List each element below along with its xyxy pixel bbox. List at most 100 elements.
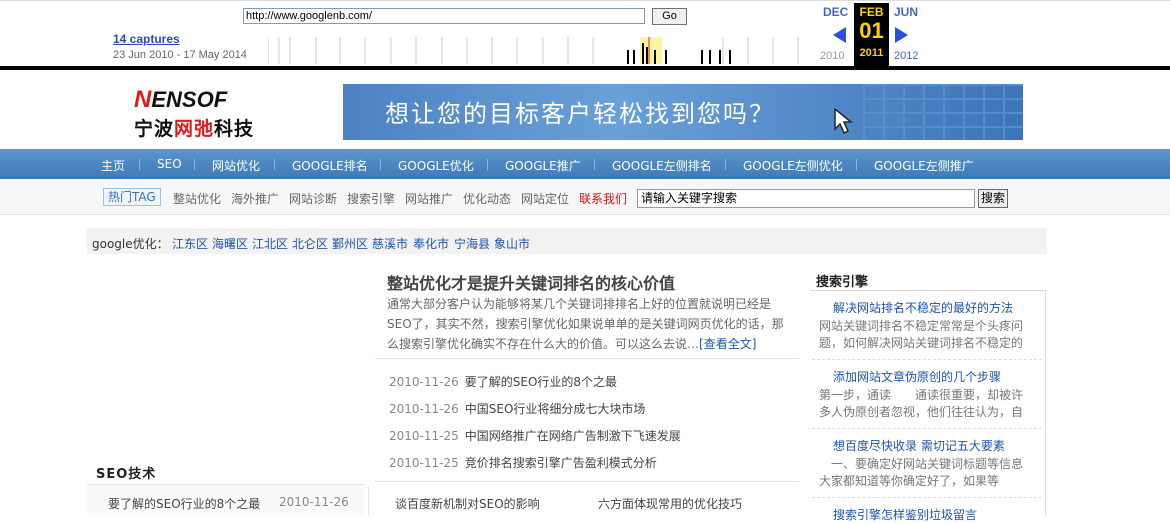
city-link[interactable]: 奉化市 <box>413 235 449 252</box>
seo-list-item[interactable]: 要了解的SEO行业的8个之最 <box>108 495 260 512</box>
read-more-link[interactable]: [查看全文] <box>699 337 756 351</box>
news-item[interactable]: 2010-11-26 要了解的SEO行业的8个之最 <box>389 373 617 390</box>
next-month-label[interactable]: JUN <box>894 5 918 19</box>
nav-divider <box>380 159 381 170</box>
news-date: 2010-11-25 <box>389 429 459 443</box>
city-links-bar: google优化： 江东区 海曙区 江北区 北仑区 鄞州区 慈溪市 奉化市 宁海… <box>87 228 1047 254</box>
current-capture-date: FEB 01 2011 <box>854 3 889 67</box>
captures-link[interactable]: 14 captures <box>113 32 180 46</box>
tag-bar: 热门TAG 整站优化 海外推广 网站诊断 搜索引擎 网站推广 优化动态 网站定位… <box>0 179 1170 215</box>
article-divider <box>375 481 799 482</box>
nav-divider <box>856 159 857 170</box>
logo-en-text: ENSOF <box>151 87 228 112</box>
sidebar-divider <box>812 359 1042 360</box>
news-item[interactable]: 2010-11-25 竞价排名搜索引擎广告盈利模式分析 <box>389 454 657 471</box>
news-item[interactable]: 2010-11-26 中国SEO行业将细分成七大块市场 <box>389 400 645 417</box>
sidebar-item-excerpt: 网站关键词排名不稳定常常是个头疼问题，如何解决网站关键词排名不稳定的 <box>819 319 1024 350</box>
seo-section-title: SEO技术 <box>96 467 157 482</box>
city-link[interactable]: 慈溪市 <box>372 235 408 252</box>
sidebar-divider <box>812 497 1042 498</box>
nav-home[interactable]: 主页 <box>101 157 125 174</box>
wayback-toolbar: http://www.googlenb.com/ Go 14 captures … <box>0 0 1170 68</box>
news-date: 2010-11-25 <box>389 456 459 470</box>
sidebar-item-heading[interactable]: 想百度尽快收录 需切记五大要素 <box>833 437 1005 454</box>
city-link[interactable]: 海曙区 <box>212 235 248 252</box>
sidebar-item-excerpt: 一、要确定好网站关键词标题等信息 大家都知道等你确定好了，如果等 <box>819 457 1048 488</box>
city-link[interactable]: 象山市 <box>494 235 530 252</box>
nav-site-optimization[interactable]: 网站优化 <box>212 157 260 174</box>
tag-link[interactable]: 网站定位 <box>521 190 569 207</box>
city-bar-label: google优化： <box>92 237 169 251</box>
capture-sparkline[interactable] <box>268 37 816 64</box>
capture-date-range: 23 Jun 2010 - 17 May 2014 <box>113 49 247 61</box>
tag-link[interactable]: 整站优化 <box>173 190 221 207</box>
current-day: 01 <box>859 18 884 43</box>
news-title: 要了解的SEO行业的8个之最 <box>464 375 618 389</box>
sidebar-item-excerpt: 第一步，通读 通读很重要，却被许多人伪原创者忽视，他们往往认为，自 <box>819 388 1024 419</box>
search-input[interactable]: 请输入关键字搜索 <box>637 189 975 208</box>
article-divider <box>375 358 799 359</box>
nav-google-promotion[interactable]: GOOGLE推广 <box>505 157 581 174</box>
tag-link[interactable]: 网站推广 <box>405 190 453 207</box>
site-logo[interactable]: NENSOF 宁波网弛科技 <box>134 86 264 142</box>
nav-divider <box>194 159 195 170</box>
banner-text: 想让您的目标客户轻松找到您吗？ <box>385 100 775 128</box>
nav-google-ranking[interactable]: GOOGLE排名 <box>292 157 368 174</box>
next-capture-arrow-icon[interactable] <box>895 27 908 43</box>
nav-divider <box>725 159 726 170</box>
nav-google-left-promotion[interactable]: GOOGLE左侧推广 <box>874 157 974 174</box>
sidebar-border <box>1045 290 1046 515</box>
featured-article-summary: 通常大部分客户认为能够将某几个关键词排排名上好的位置就说明已经是SEO了，其实不… <box>387 294 787 354</box>
sidebar-divider <box>812 428 1042 429</box>
toolbar-divider <box>0 66 1170 70</box>
tag-link[interactable]: 优化动态 <box>463 190 511 207</box>
banner-grid-decoration <box>863 84 1023 140</box>
nav-seo[interactable]: SEO <box>157 157 182 171</box>
sidebar-item-heading[interactable]: 解决网站排名不稳定的最好的方法 <box>833 299 1013 316</box>
city-link[interactable]: 宁海县 <box>454 235 490 252</box>
logo-cn-red: 网弛 <box>174 118 215 140</box>
news-item[interactable]: 2010-11-25 中国网络推广在网络广告制激下飞速发展 <box>389 427 681 444</box>
news-date: 2010-11-26 <box>389 375 459 389</box>
hot-tag-label: 热门TAG <box>103 188 161 206</box>
nav-divider <box>139 159 140 170</box>
nav-google-left-ranking[interactable]: GOOGLE左侧排名 <box>612 157 712 174</box>
main-nav: 主页 SEO 网站优化 GOOGLE排名 GOOGLE优化 GOOGLE推广 G… <box>0 149 1170 179</box>
sidebar-title: 搜索引擎 <box>816 275 869 290</box>
lower-article-link[interactable]: 六方面体现常用的优化技巧 <box>598 495 742 512</box>
tag-link[interactable]: 搜索引擎 <box>347 190 395 207</box>
prev-month-label[interactable]: DEC <box>823 5 848 19</box>
previous-capture-arrow-icon[interactable] <box>833 27 846 43</box>
header-banner[interactable]: 想让您的目标客户轻松找到您吗？ <box>343 84 1023 140</box>
lower-article-link[interactable]: 谈百度新机制对SEO的影响 <box>395 495 540 512</box>
sidebar-title-underline <box>810 290 1047 291</box>
logo-cn-b: 科技 <box>214 118 255 140</box>
logo-cn-a: 宁波 <box>134 118 175 140</box>
search-button[interactable]: 搜索 <box>978 189 1008 208</box>
mouse-cursor-icon <box>834 108 854 134</box>
logo-n-letter: N <box>134 86 152 113</box>
featured-article-title[interactable]: 整站优化才是提升关键词排名的核心价值 <box>387 270 675 294</box>
news-date: 2010-11-26 <box>389 402 459 416</box>
nav-google-left-optimization[interactable]: GOOGLE左侧优化 <box>743 157 843 174</box>
next-year-label[interactable]: 2012 <box>894 50 918 62</box>
wayback-go-button[interactable]: Go <box>652 8 687 25</box>
current-year: 2011 <box>859 47 884 59</box>
prev-year-label[interactable]: 2010 <box>820 50 844 62</box>
news-title: 中国SEO行业将细分成七大块市场 <box>464 402 646 416</box>
news-title: 竞价排名搜索引擎广告盈利模式分析 <box>464 456 657 470</box>
nav-google-optimization[interactable]: GOOGLE优化 <box>398 157 474 174</box>
tag-link[interactable]: 网站诊断 <box>289 190 337 207</box>
contact-us-link[interactable]: 联系我们 <box>579 190 627 207</box>
nav-divider <box>487 159 488 170</box>
city-link[interactable]: 鄞州区 <box>332 235 368 252</box>
tag-link[interactable]: 海外推广 <box>231 190 279 207</box>
wayback-url-input[interactable]: http://www.googlenb.com/ <box>243 8 645 24</box>
news-title: 中国网络推广在网络广告制激下飞速发展 <box>464 429 681 443</box>
sidebar-item-heading[interactable]: 添加网站文章伪原创的几个步骤 <box>833 368 1001 385</box>
nav-divider <box>274 159 275 170</box>
city-link[interactable]: 北仑区 <box>292 235 328 252</box>
city-link[interactable]: 江北区 <box>252 235 288 252</box>
city-link[interactable]: 江东区 <box>172 235 208 252</box>
nav-divider <box>594 159 595 170</box>
